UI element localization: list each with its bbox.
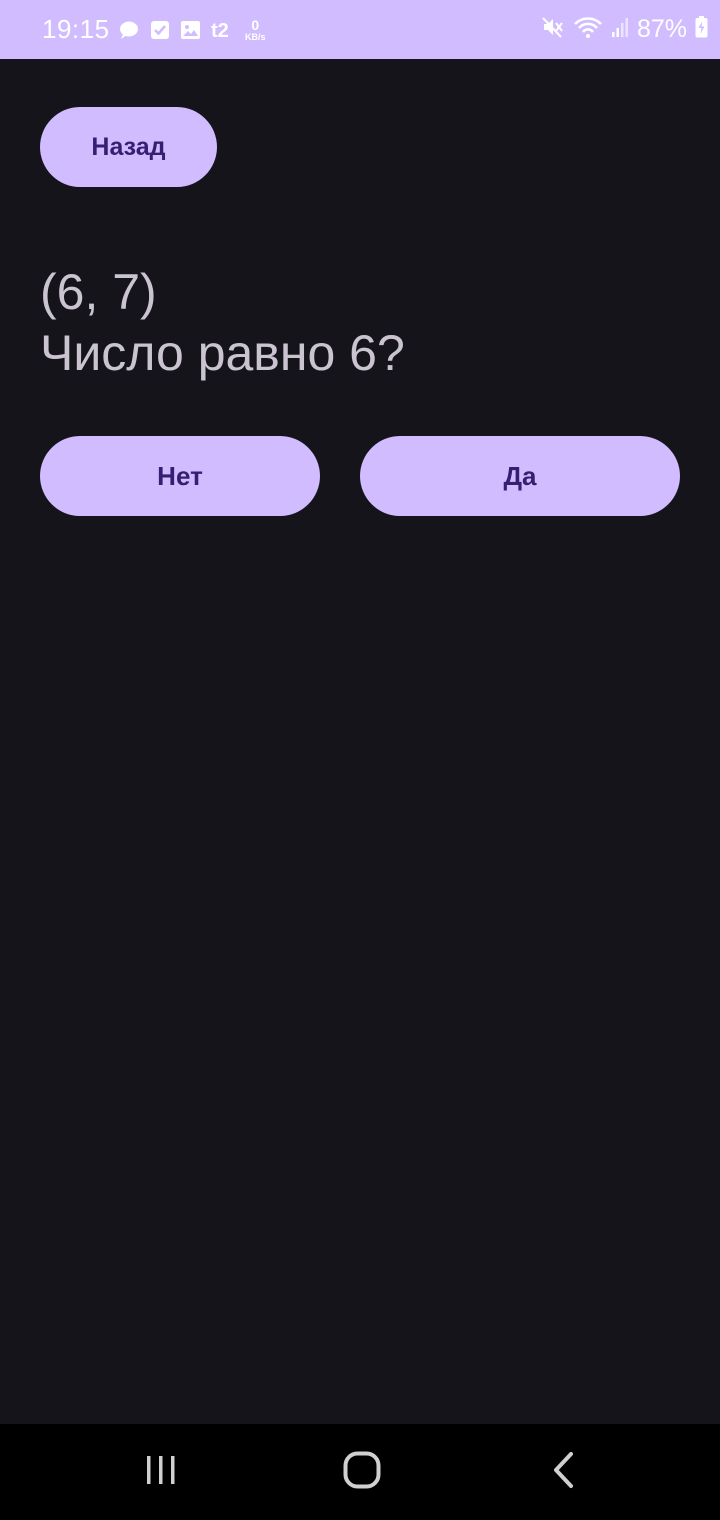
- network-speed: 0 KB/s: [245, 18, 266, 42]
- status-bar: 19:15 t2 0 KB/s 87%: [0, 0, 720, 59]
- battery-charging-icon: [695, 15, 708, 43]
- notification-icons: t2 0 KB/s: [118, 16, 266, 44]
- back-button[interactable]: Назад: [40, 107, 217, 187]
- wifi-icon: [573, 15, 603, 44]
- range-text: (6, 7): [40, 264, 157, 320]
- mute-icon: [541, 15, 565, 44]
- system-back-button[interactable]: [504, 1424, 624, 1520]
- gallery-icon: [180, 20, 201, 40]
- home-icon: [343, 1451, 381, 1494]
- messages-icon: [118, 19, 140, 41]
- signal-icon: [611, 16, 629, 43]
- question-text: Число равно 6?: [40, 325, 405, 381]
- network-speed-value: 0: [251, 17, 260, 33]
- home-button[interactable]: [302, 1424, 422, 1520]
- recent-apps-icon: [144, 1453, 178, 1492]
- question-block: (6, 7) Число равно 6?: [40, 262, 405, 384]
- navigation-bar: [0, 1424, 720, 1520]
- network-speed-unit: KB/s: [245, 32, 266, 42]
- carrier-icon: t2: [211, 20, 237, 40]
- checkbox-icon: [150, 20, 170, 40]
- system-icons: 87%: [541, 14, 708, 44]
- yes-button[interactable]: Да: [360, 436, 680, 516]
- carrier-label: t2: [211, 20, 229, 40]
- status-time: 19:15: [42, 14, 110, 44]
- battery-percent: 87%: [636, 15, 687, 43]
- back-icon: [551, 1451, 577, 1494]
- recent-apps-button[interactable]: [101, 1424, 221, 1520]
- no-button[interactable]: Нет: [40, 436, 320, 516]
